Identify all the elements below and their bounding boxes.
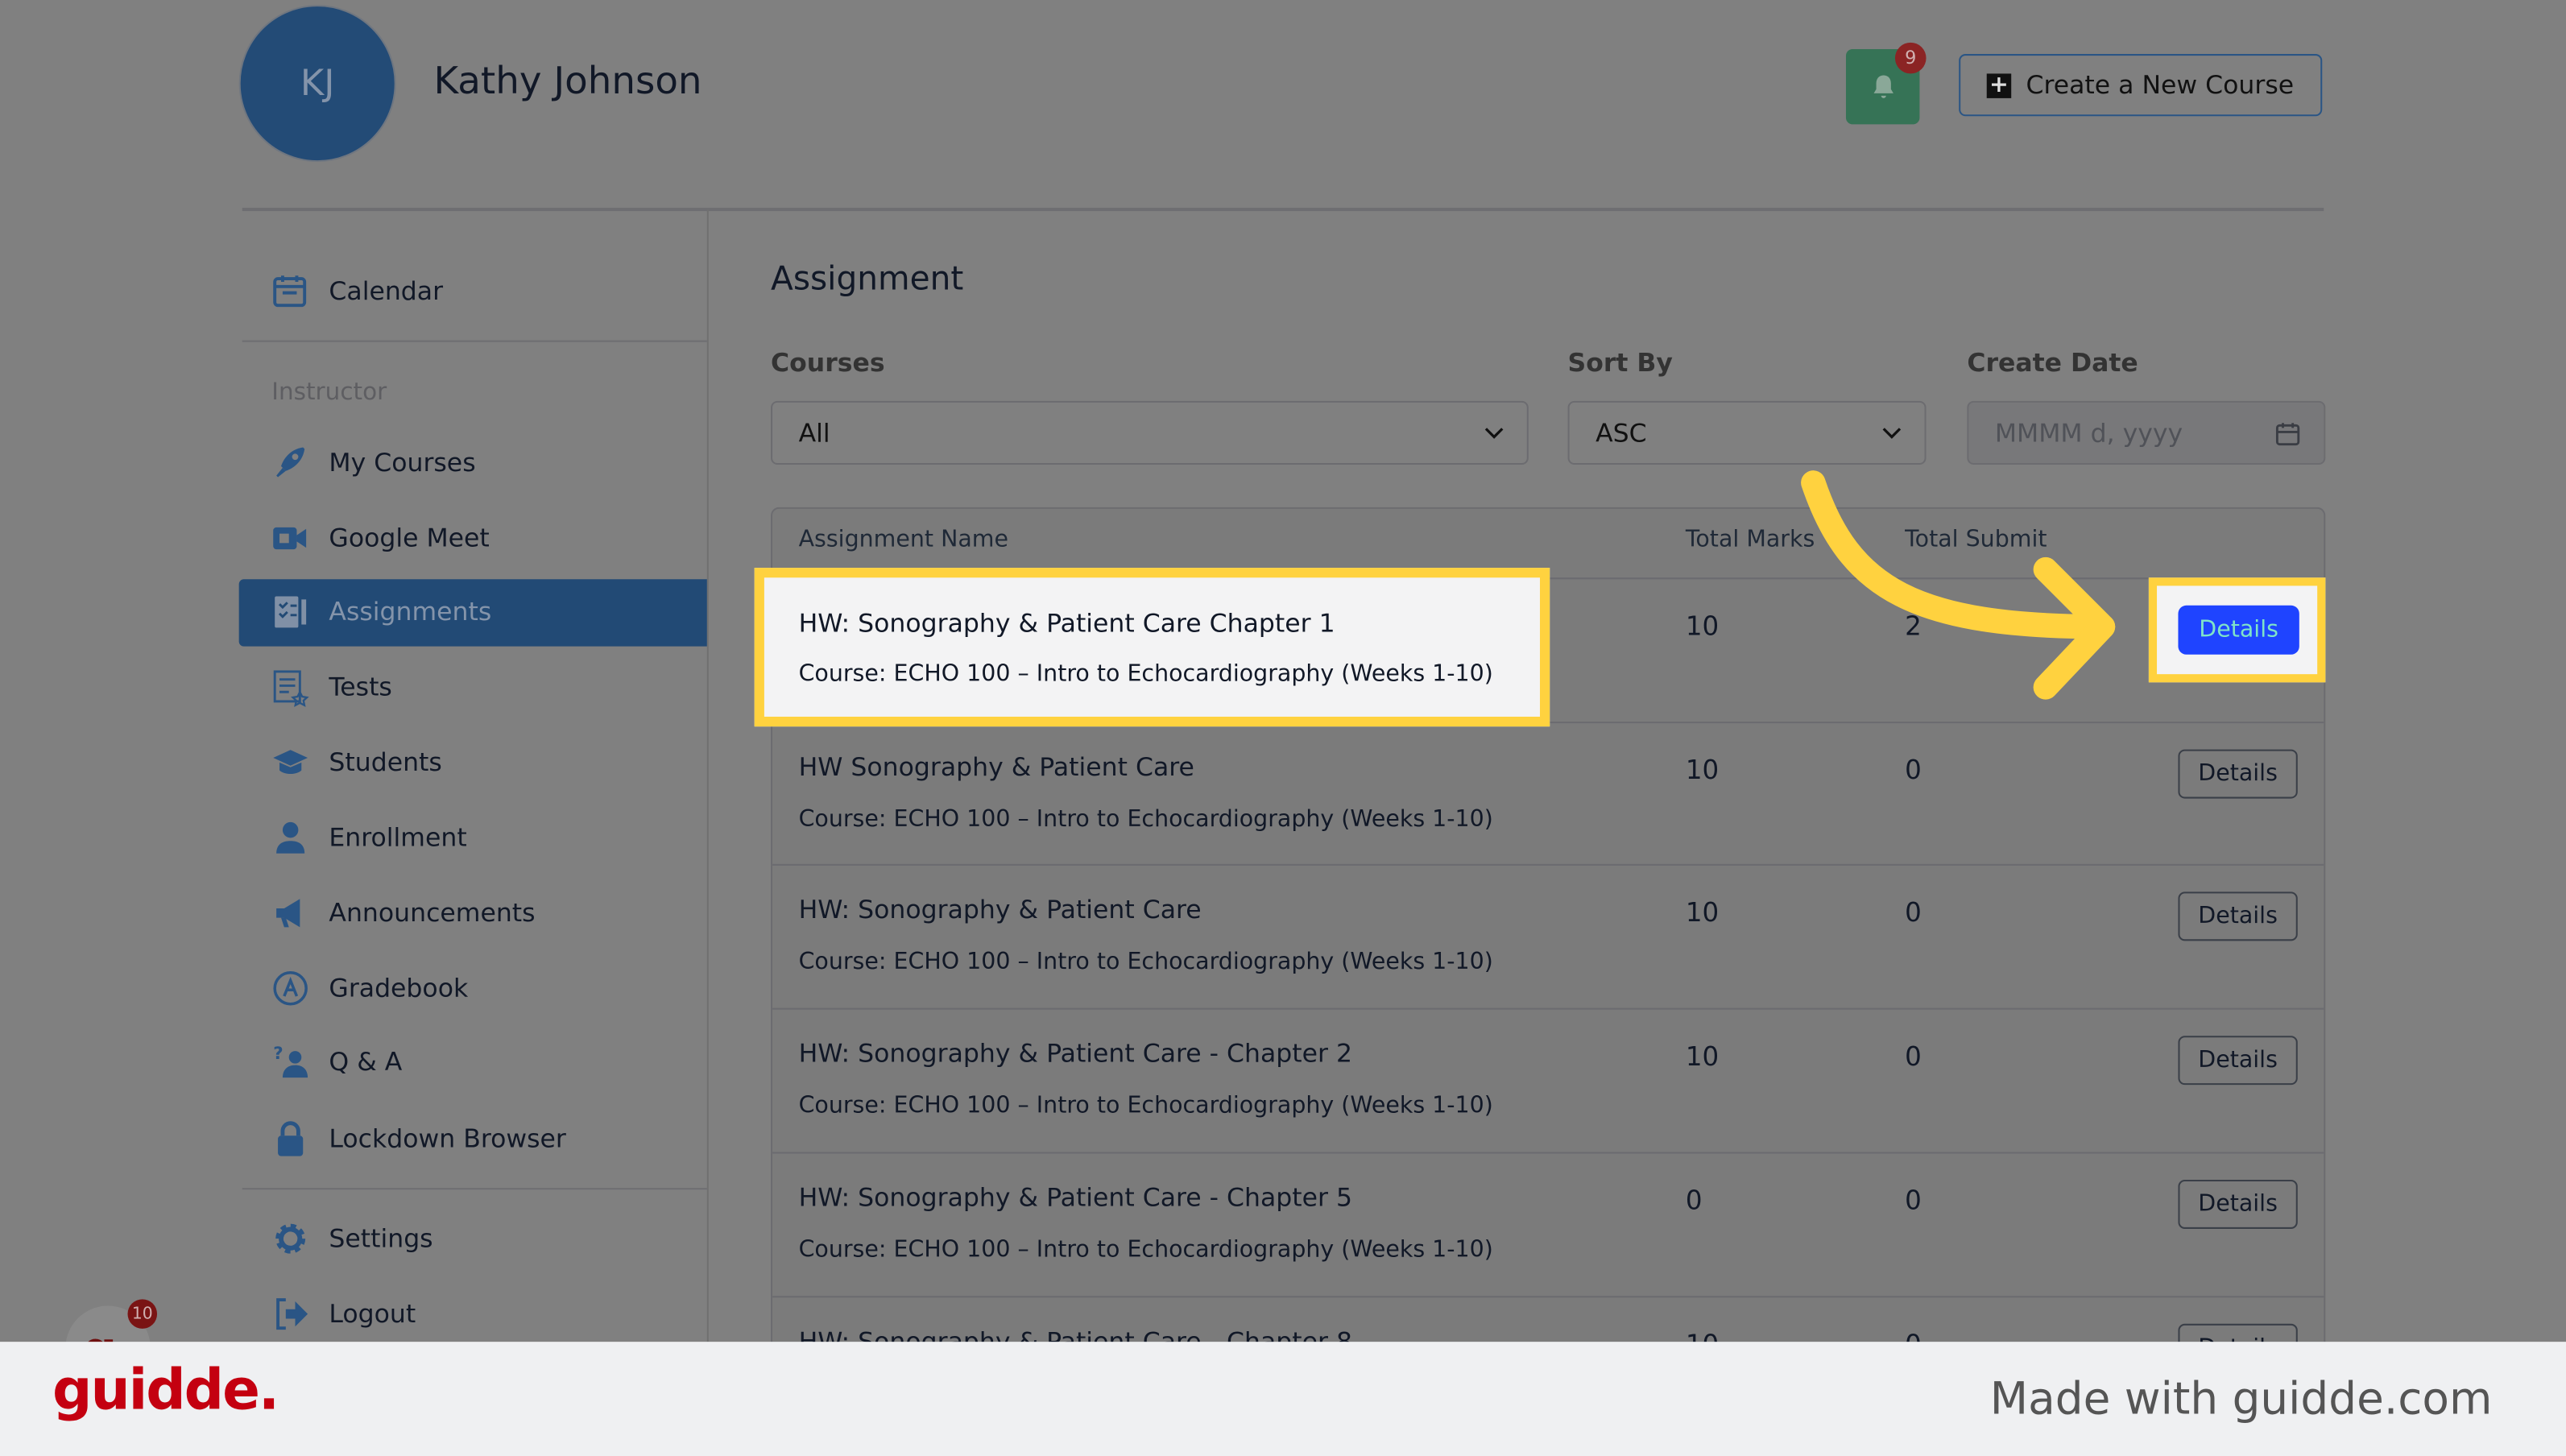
bell-icon [1873,75,1893,98]
megaphone-icon [271,894,309,932]
total-marks: 0 [1685,1184,1703,1216]
rocket-icon [271,445,309,482]
svg-text:?: ? [273,1044,283,1064]
assignment-course: Course: ECHO 100 – Intro to Echocardiogr… [798,1093,1493,1120]
widget-badge: 10 [127,1299,158,1329]
sidebar-item-q-a[interactable]: ? Q & A [271,1029,402,1094]
video-camera-icon [271,519,309,557]
sidebar-item-label: Calendar [329,276,444,306]
sidebar-item-gradebook[interactable]: Gradebook [271,956,468,1021]
assignment-course: Course: ECHO 100 – Intro to Echocardiogr… [798,949,1493,976]
sidebar-item-lockdown-browser[interactable]: Lockdown Browser [271,1106,566,1172]
grade-icon [271,970,309,1007]
sidebar-item-label: Lockdown Browser [329,1123,566,1154]
highlight-box-assignment [754,568,1550,727]
table-row: HW: Sonography & Patient Care Course: ECH… [772,864,2324,1009]
guidde-logo: guidde. [52,1358,279,1424]
logout-icon [271,1295,309,1333]
sidebar-item-label: Gradebook [329,973,469,1003]
chevron-down-icon [1882,427,1902,438]
sidebar-item-label: Assignments [329,597,492,627]
chevron-down-icon [1484,427,1504,438]
table-row: HW: Sonography & Patient Care - Chapter … [772,1152,2324,1296]
sidebar-item-label: Google Meet [329,523,490,553]
sidebar-item-tests[interactable]: Tests [271,655,392,720]
courses-label: Courses [771,348,885,378]
total-marks: 10 [1685,897,1720,929]
sidebar-section-instructor: Instructor [271,379,387,406]
sidebar-item-enrollment[interactable]: Enrollment [271,805,467,871]
create-date-input[interactable]: MMMM d, yyyy [1967,400,2326,465]
sidebar-separator [242,340,707,342]
sidebar-item-assignments[interactable]: Assignments [271,579,491,644]
made-with-text: Made with guidde.com [1989,1374,2493,1425]
total-submit: 0 [1905,754,1922,785]
sidebar-item-label: Announcements [329,898,536,929]
details-button[interactable]: Details [2178,1036,2298,1086]
sidebar-item-calendar[interactable]: Calendar [271,259,443,324]
assignment-course: Course: ECHO 100 – Intro to Echocardiogr… [798,1236,1493,1264]
details-button-highlighted[interactable]: Details [2178,605,2299,655]
total-marks: 10 [1685,610,1720,642]
header-divider [242,208,2324,211]
highlighted-assignment-name[interactable]: HW: Sonography & Patient Care Chapter 1 [799,609,1335,639]
sort-label: Sort By [1567,348,1673,378]
question-person-icon: ? [271,1043,309,1081]
user-name: Kathy Johnson [433,60,702,104]
courses-select[interactable]: All [771,400,1529,465]
details-button[interactable]: Details [2178,748,2298,798]
table-row: HW: Sonography & Patient Care - Chapter … [772,1007,2324,1152]
assignment-course: Course: ECHO 100 – Intro to Echocardiogr… [798,806,1493,833]
sidebar-item-label: Settings [329,1223,433,1254]
gear-icon [271,1220,309,1258]
create-course-button[interactable]: + Create a New Course [1959,54,2323,117]
sidebar-item-label: Enrollment [329,823,467,853]
total-marks: 10 [1685,1040,1720,1073]
total-marks: 10 [1685,754,1720,785]
highlighted-assignment-course: Course: ECHO 100 – Intro to Echocardiogr… [798,660,1493,688]
assignment-name[interactable]: HW: Sonography & Patient Care - Chapter … [799,1039,1352,1069]
graduation-cap-icon [271,743,309,781]
sidebar-item-label: Students [329,747,442,778]
total-submit: 0 [1905,897,1922,929]
sort-select[interactable]: ASC [1567,400,1927,465]
avatar[interactable]: KJ [238,5,396,163]
sort-value: ASC [1595,418,1647,448]
details-button[interactable]: Details [2178,892,2298,942]
date-placeholder: MMMM d, yyyy [1994,418,2183,448]
plus-square-icon: + [1986,72,2012,97]
courses-value: All [798,418,830,448]
arrow-annotation-icon [1801,470,2116,700]
user-icon [271,819,309,857]
assignment-name[interactable]: HW: Sonography & Patient Care [799,896,1202,925]
total-submit: 0 [1905,1040,1922,1073]
sidebar-item-announcements[interactable]: Announcements [271,880,536,945]
sidebar-item-label: My Courses [329,448,476,478]
sidebar-item-logout[interactable]: Logout [271,1281,416,1346]
table-row: HW Sonography & Patient Care Course: ECHO… [772,721,2324,865]
page-title: Assignment [771,259,964,298]
test-sheet-icon [271,668,309,707]
sidebar-item-label: Tests [329,672,392,702]
sidebar-item-students[interactable]: Students [271,730,442,795]
sidebar-divider [706,209,709,1342]
sidebar-item-my-courses[interactable]: My Courses [271,430,476,495]
sidebar-item-label: Logout [329,1299,416,1329]
calendar-icon[interactable] [2274,420,2301,446]
total-submit: 0 [1905,1184,1922,1216]
lock-icon [271,1120,309,1158]
checklist-icon [271,594,309,631]
assignment-name[interactable]: HW: Sonography & Patient Care - Chapter … [799,1183,1352,1213]
notification-badge: 9 [1894,42,1927,74]
sidebar-item-label: Q & A [329,1047,403,1077]
create-course-label: Create a New Course [2026,70,2295,100]
sidebar-item-settings[interactable]: Settings [271,1206,433,1272]
date-label: Create Date [1967,348,2138,378]
calendar-icon [271,272,309,310]
details-button[interactable]: Details [2178,1179,2298,1229]
column-header-name: Assignment Name [798,527,1009,553]
sidebar-item-google-meet[interactable]: Google Meet [271,506,490,571]
assignment-name[interactable]: HW Sonography & Patient Care [799,752,1194,782]
sidebar-separator [242,1188,707,1190]
